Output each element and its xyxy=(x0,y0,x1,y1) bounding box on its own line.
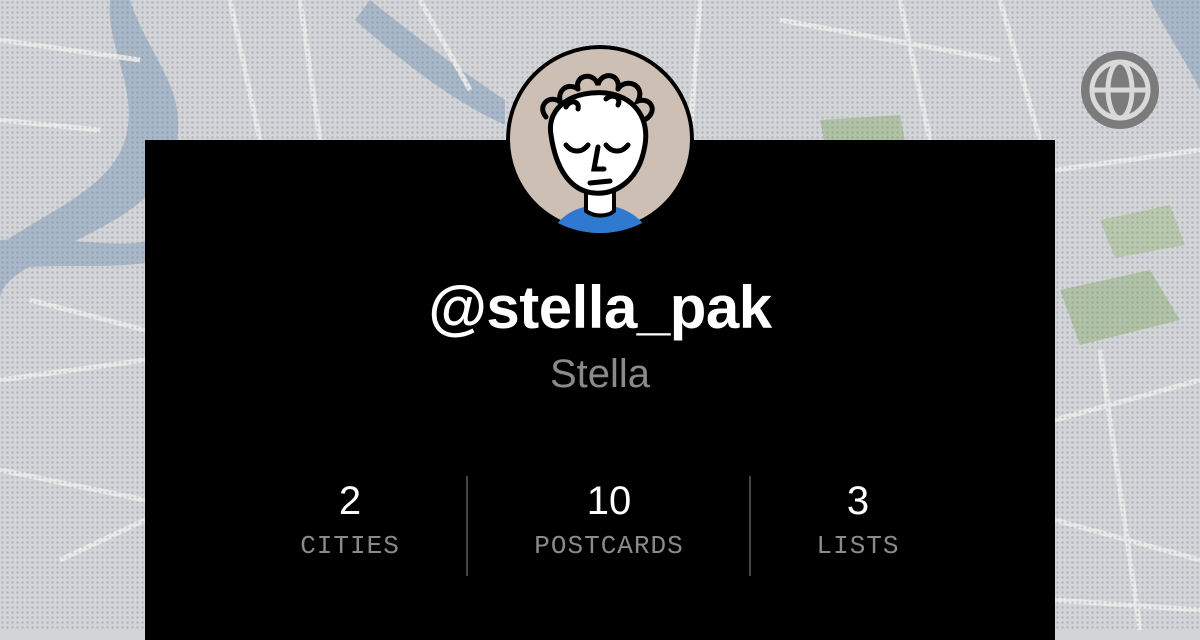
stat-cities-label: CITIES xyxy=(300,531,400,561)
stat-cities[interactable]: 2 CITIES xyxy=(270,478,430,566)
avatar xyxy=(506,45,694,233)
stat-divider xyxy=(466,476,468,576)
stat-lists-value: 3 xyxy=(846,479,870,523)
stat-lists[interactable]: 3 LISTS xyxy=(788,478,928,566)
stat-postcards-value: 10 xyxy=(586,479,632,523)
globe-icon[interactable] xyxy=(1080,50,1160,130)
display-name: Stella xyxy=(549,352,651,396)
username-handle: @stella_pak xyxy=(428,274,772,341)
stat-cities-value: 2 xyxy=(338,479,362,523)
stat-postcards[interactable]: 10 POSTCARDS xyxy=(509,478,709,566)
sleepy-face-avatar-icon xyxy=(506,45,694,233)
stat-postcards-label: POSTCARDS xyxy=(534,531,684,561)
stat-lists-label: LISTS xyxy=(816,531,900,561)
stat-divider xyxy=(749,476,751,576)
